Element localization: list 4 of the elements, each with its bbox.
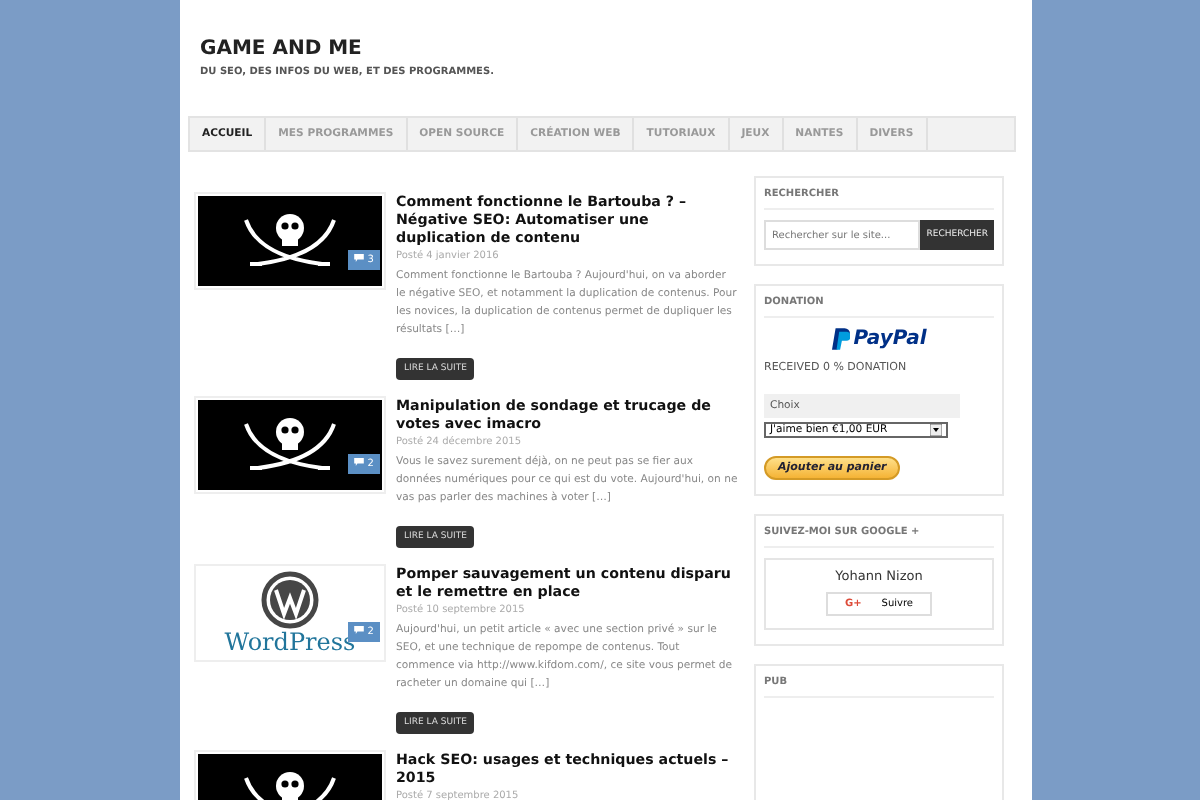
site-title[interactable]: GAME AND ME — [200, 38, 1016, 60]
paypal-logo-icon — [831, 328, 850, 350]
dropdown-arrow-icon — [930, 424, 942, 436]
paypal-logo-text: PayPal — [853, 328, 927, 350]
